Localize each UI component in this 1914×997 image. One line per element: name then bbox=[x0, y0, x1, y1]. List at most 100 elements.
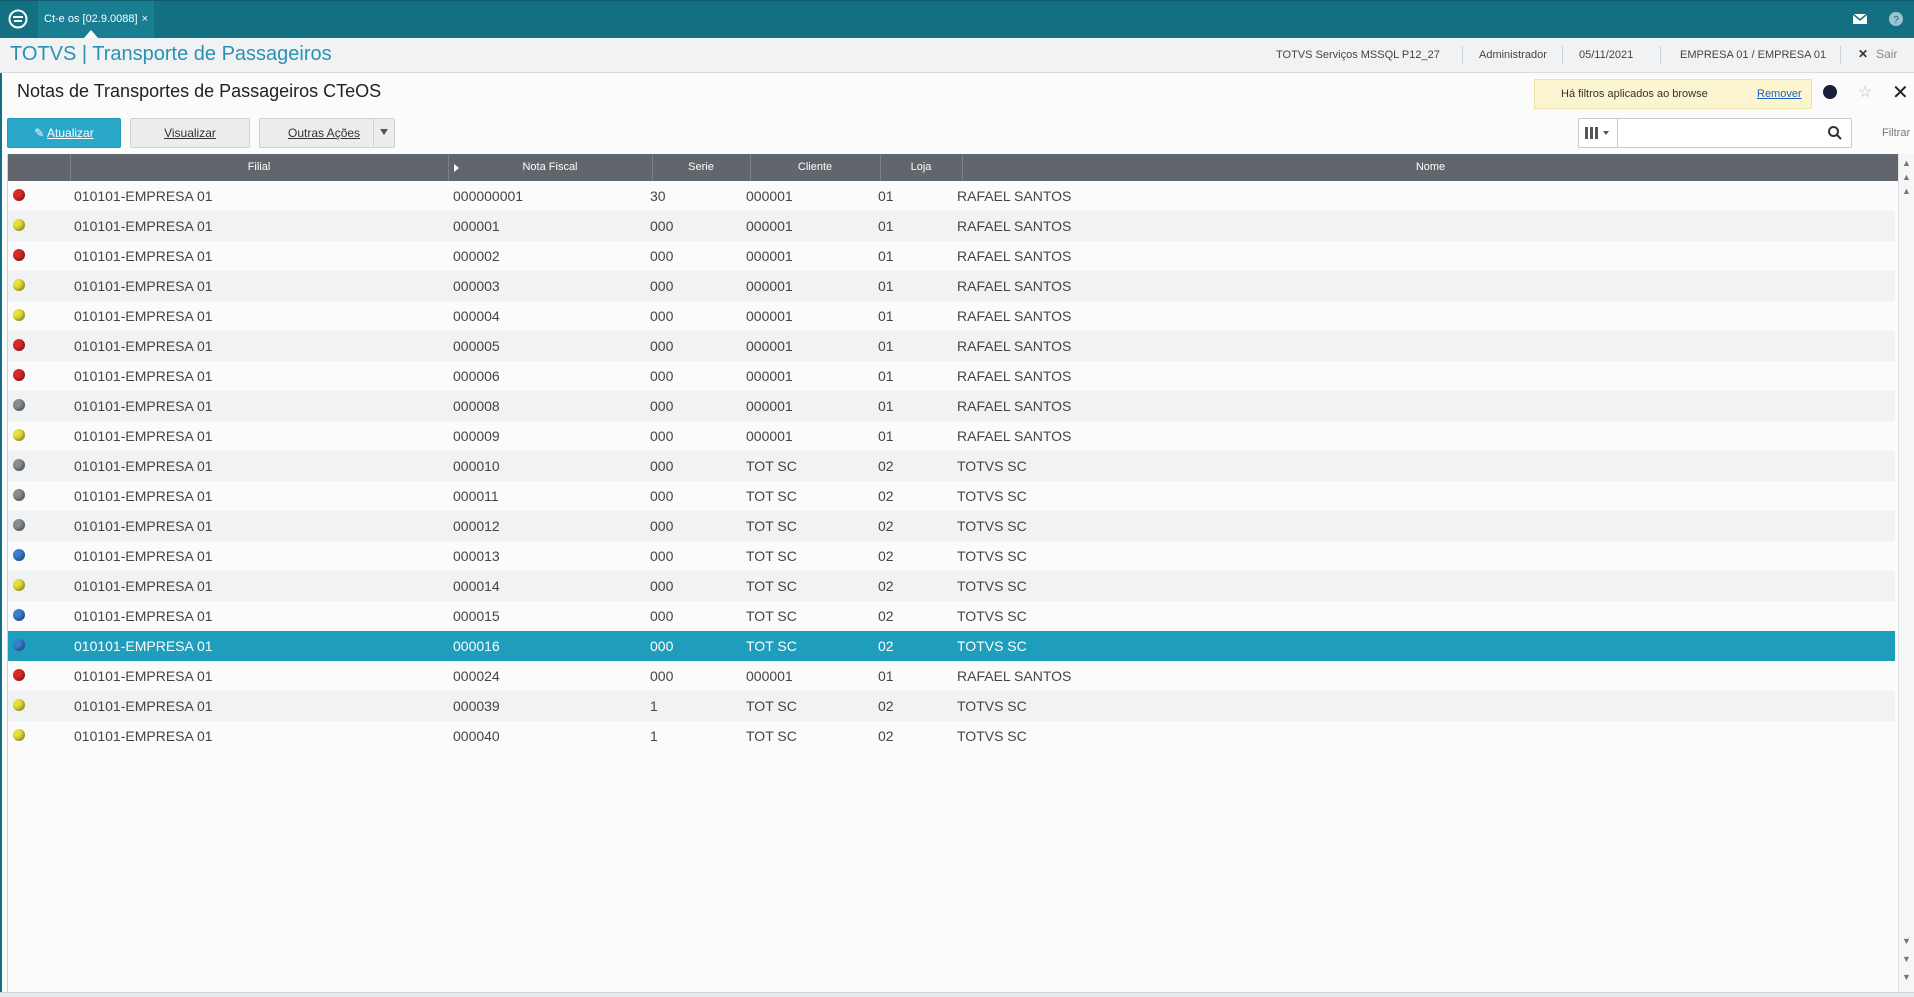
table-row[interactable]: 010101-EMPRESA 01 000040 1 TOT SC 02 TOTVS SC bbox=[8, 721, 1895, 751]
status-yellow-icon bbox=[13, 729, 25, 741]
filial-cell: 010101-EMPRESA 01 bbox=[74, 248, 213, 264]
serie-cell: 1 bbox=[650, 728, 658, 744]
status-yellow-icon bbox=[13, 429, 25, 441]
table-row[interactable]: 010101-EMPRESA 01 000011 000 TOT SC 02 TOTVS … bbox=[8, 481, 1895, 511]
exit-button[interactable]: ✕ Sair bbox=[1858, 47, 1897, 61]
atualizar-label: Atualizar bbox=[47, 126, 94, 140]
nome-cell: TOTVS SC bbox=[957, 608, 1027, 624]
col-status[interactable] bbox=[8, 154, 71, 181]
column-selector[interactable] bbox=[1579, 119, 1618, 147]
filtrar-button[interactable]: Filtrar bbox=[1882, 127, 1910, 139]
status-gray-icon bbox=[13, 459, 25, 471]
cliente-cell: TOT SC bbox=[746, 548, 797, 564]
theme-circle-icon[interactable] bbox=[1823, 85, 1837, 99]
table-row[interactable]: 010101-EMPRESA 01 000001 000 000001 01 RAFAEL… bbox=[8, 211, 1895, 241]
loja-cell: 01 bbox=[878, 338, 894, 354]
table-row[interactable]: 010101-EMPRESA 01 000012 000 TOT SC 02 TOTVS … bbox=[8, 511, 1895, 541]
status-yellow-icon bbox=[13, 309, 25, 321]
scroll-page-down-icon[interactable]: ▼ bbox=[1902, 954, 1911, 964]
table-row[interactable]: 010101-EMPRESA 01 000014 000 TOT SC 02 TOTVS … bbox=[8, 571, 1895, 601]
status-blue-icon bbox=[13, 609, 25, 621]
scroll-top-icon[interactable]: ▲ bbox=[1902, 158, 1911, 168]
serie-cell: 000 bbox=[650, 578, 674, 594]
date-info: 05/11/2021 bbox=[1579, 49, 1634, 61]
filial-cell: 010101-EMPRESA 01 bbox=[74, 188, 213, 204]
status-gray-icon bbox=[13, 399, 25, 411]
col-nome[interactable]: Nome bbox=[962, 154, 1899, 181]
status-red-icon bbox=[13, 339, 25, 351]
table-row[interactable]: 010101-EMPRESA 01 000010 000 TOT SC 02 TOTVS … bbox=[8, 451, 1895, 481]
vertical-scrollbar[interactable]: ▲ ▲ ▲ ▼ ▼ ▼ bbox=[1898, 154, 1914, 992]
loja-cell: 02 bbox=[878, 728, 894, 744]
loja-cell: 01 bbox=[878, 218, 894, 234]
table-row[interactable]: 010101-EMPRESA 01 000013 000 TOT SC 02 TOTVS … bbox=[8, 541, 1895, 571]
remove-filter-link[interactable]: Remover bbox=[1757, 88, 1802, 100]
exit-label: Sair bbox=[1876, 47, 1898, 61]
table-row[interactable]: 010101-EMPRESA 01 000004 000 000001 01 RAFAEL… bbox=[8, 301, 1895, 331]
nome-cell: RAFAEL SANTOS bbox=[957, 398, 1072, 414]
filial-cell: 010101-EMPRESA 01 bbox=[74, 368, 213, 384]
mail-icon[interactable] bbox=[1852, 11, 1868, 27]
outras-acoes-dropdown[interactable] bbox=[373, 118, 394, 146]
nome-cell: RAFAEL SANTOS bbox=[957, 248, 1072, 264]
loja-cell: 01 bbox=[878, 398, 894, 414]
nota-fiscal-cell: 000003 bbox=[453, 278, 500, 294]
table-row[interactable]: 010101-EMPRESA 01 000024 000 000001 01 RAFAEL… bbox=[8, 661, 1895, 691]
loja-cell: 02 bbox=[878, 638, 894, 654]
col-cliente[interactable]: Cliente bbox=[750, 154, 881, 181]
nome-cell: TOTVS SC bbox=[957, 458, 1027, 474]
col-nota-fiscal[interactable]: Nota Fiscal bbox=[448, 154, 653, 181]
table-row[interactable]: 010101-EMPRESA 01 000002 000 000001 01 RAFAEL… bbox=[8, 241, 1895, 271]
table-row[interactable]: 010101-EMPRESA 01 000016 000 TOT SC 02 TOTVS … bbox=[8, 631, 1895, 661]
nota-fiscal-cell: 000015 bbox=[453, 608, 500, 624]
serie-cell: 000 bbox=[650, 338, 674, 354]
col-filial[interactable]: Filial bbox=[70, 154, 449, 181]
filial-cell: 010101-EMPRESA 01 bbox=[74, 338, 213, 354]
loja-cell: 02 bbox=[878, 518, 894, 534]
loja-cell: 02 bbox=[878, 608, 894, 624]
table-row[interactable]: 010101-EMPRESA 01 000015 000 TOT SC 02 TOTVS … bbox=[8, 601, 1895, 631]
cliente-cell: TOT SC bbox=[746, 488, 797, 504]
loja-cell: 01 bbox=[878, 308, 894, 324]
filial-cell: 010101-EMPRESA 01 bbox=[74, 488, 213, 504]
svg-text:?: ? bbox=[1893, 15, 1899, 26]
loja-cell: 01 bbox=[878, 668, 894, 684]
scroll-down-icon[interactable]: ▼ bbox=[1902, 936, 1911, 946]
visualizar-button[interactable]: Visualizar bbox=[130, 118, 250, 148]
search-icon[interactable] bbox=[1827, 125, 1843, 141]
totvs-logo-icon[interactable] bbox=[8, 9, 28, 29]
table-row[interactable]: 010101-EMPRESA 01 000005 000 000001 01 RAFAEL… bbox=[8, 331, 1895, 361]
serie-cell: 000 bbox=[650, 668, 674, 684]
help-icon[interactable]: ? bbox=[1888, 11, 1904, 27]
status-red-icon bbox=[13, 669, 25, 681]
favorite-star-icon[interactable]: ☆ bbox=[1858, 82, 1872, 102]
divider bbox=[1562, 46, 1563, 64]
col-loja[interactable]: Loja bbox=[880, 154, 963, 181]
scroll-page-up-icon[interactable]: ▲ bbox=[1902, 172, 1911, 182]
atualizar-button[interactable]: ✎ Atualizar bbox=[7, 118, 121, 148]
tab-close-icon[interactable]: × bbox=[142, 13, 148, 25]
table-row[interactable]: 010101-EMPRESA 01 000000001 30 000001 01 RAFA… bbox=[8, 181, 1895, 211]
scroll-up-icon[interactable]: ▲ bbox=[1902, 186, 1911, 196]
table-row[interactable]: 010101-EMPRESA 01 000039 1 TOT SC 02 TOTVS SC bbox=[8, 691, 1895, 721]
status-yellow-icon bbox=[13, 699, 25, 711]
page-title: Notas de Transportes de Passageiros CTeO… bbox=[17, 81, 382, 101]
filter-notice-text: Há filtros aplicados ao browse bbox=[1561, 88, 1708, 100]
close-window-icon[interactable]: ✕ bbox=[1892, 80, 1909, 105]
nota-fiscal-cell: 000014 bbox=[453, 578, 500, 594]
scroll-bottom-icon[interactable]: ▼ bbox=[1902, 972, 1911, 982]
loja-cell: 01 bbox=[878, 248, 894, 264]
search-input[interactable] bbox=[1623, 123, 1817, 143]
loja-cell: 02 bbox=[878, 488, 894, 504]
table-row[interactable]: 010101-EMPRESA 01 000008 000 000001 01 RAFAEL… bbox=[8, 391, 1895, 421]
grid-header: Filial Nota Fiscal Serie Cliente Loja No… bbox=[8, 154, 1899, 181]
nota-fiscal-cell: 000001 bbox=[453, 218, 500, 234]
company-info[interactable]: EMPRESA 01 / EMPRESA 01 bbox=[1680, 49, 1826, 61]
table-row[interactable]: 010101-EMPRESA 01 000006 000 000001 01 RAFAEL… bbox=[8, 361, 1895, 391]
app-title: TOTVS | Transporte de Passageiros bbox=[10, 43, 332, 65]
table-row[interactable]: 010101-EMPRESA 01 000003 000 000001 01 RAFAEL… bbox=[8, 271, 1895, 301]
table-row[interactable]: 010101-EMPRESA 01 000009 000 000001 01 RAFAEL… bbox=[8, 421, 1895, 451]
user-info: Administrador bbox=[1479, 49, 1547, 61]
col-serie[interactable]: Serie bbox=[652, 154, 751, 181]
loja-cell: 02 bbox=[878, 698, 894, 714]
